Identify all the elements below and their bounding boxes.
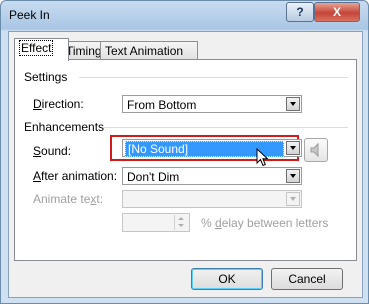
sound-label-text: ound:	[41, 144, 72, 158]
settings-divider	[79, 77, 348, 78]
effect-panel: Settings Direction: From Bottom Enhancem…	[14, 59, 357, 261]
after-animation-accesskey: A	[33, 169, 42, 183]
delay-label-pre: %	[201, 216, 216, 230]
animate-text-pre: Animate te	[33, 192, 91, 206]
sound-label: Sound:	[33, 144, 71, 158]
chevron-down-icon[interactable]	[286, 97, 300, 111]
after-animation-dropdown[interactable]: Don't Dim	[122, 167, 302, 185]
animate-text-post: t:	[96, 192, 104, 206]
direction-value: From Bottom	[127, 98, 197, 112]
direction-label: Direction:	[33, 97, 84, 111]
delay-spinner	[122, 213, 190, 232]
after-animation-value: Don't Dim	[127, 170, 180, 184]
enhancements-divider	[103, 127, 348, 128]
dialog-client: Effect Timing Text Animation Settings Di…	[8, 31, 363, 298]
sound-dropdown[interactable]: [No Sound]	[122, 139, 302, 157]
chevron-down-icon	[286, 192, 300, 206]
direction-label-text: irection:	[41, 97, 84, 111]
cancel-button[interactable]: Cancel	[271, 268, 343, 290]
tab-text-animation[interactable]: Text Animation	[100, 41, 198, 60]
spin-up-icon	[178, 217, 184, 220]
ok-button[interactable]: OK	[191, 268, 263, 290]
after-animation-label: After animation:	[33, 169, 117, 183]
delay-label: % delay between letters	[201, 216, 328, 230]
tab-effect-label: Effect	[19, 40, 54, 56]
direction-dropdown[interactable]: From Bottom	[122, 95, 302, 113]
chevron-down-icon[interactable]	[286, 141, 300, 155]
animate-text-label: Animate text:	[33, 192, 103, 206]
peek-in-dialog: Peek In ? X Effect Timing Text Animation…	[0, 0, 369, 304]
title-bar[interactable]: Peek In ? X	[1, 1, 368, 31]
direction-label-accesskey: D	[33, 97, 42, 111]
mouse-pointer-icon	[256, 148, 269, 167]
settings-heading: Settings	[24, 70, 68, 84]
chevron-down-icon[interactable]	[286, 169, 300, 183]
after-animation-text: fter animation:	[41, 169, 118, 183]
dialog-title: Peek In	[9, 8, 50, 22]
delay-label-post: elay between letters	[221, 216, 329, 230]
close-button[interactable]: X	[314, 2, 360, 22]
delay-label-accesskey: d	[215, 216, 222, 230]
sound-label-accesskey: S	[33, 144, 42, 158]
spinner-buttons	[174, 215, 188, 230]
speaker-button[interactable]	[304, 138, 328, 162]
speaker-icon	[310, 142, 319, 158]
animate-text-dropdown	[122, 190, 302, 208]
enhancements-heading: Enhancements	[24, 120, 105, 134]
spin-down-icon	[178, 224, 184, 227]
tab-effect[interactable]: Effect	[14, 38, 69, 61]
help-button[interactable]: ?	[286, 2, 314, 22]
